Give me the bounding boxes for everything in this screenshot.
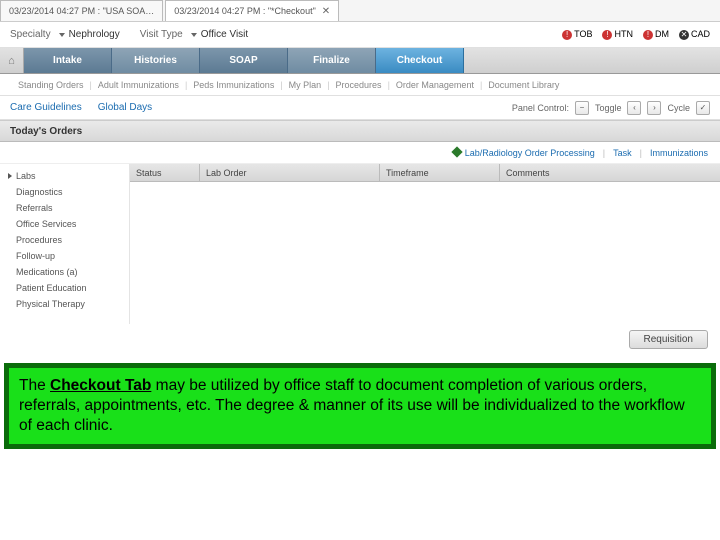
alert-icon: ! <box>643 30 653 40</box>
chevron-down-icon <box>191 33 197 37</box>
col-timeframe[interactable]: Timeframe <box>380 164 500 181</box>
lab-radiology-link[interactable]: Lab/Radiology Order Processing <box>453 148 595 158</box>
subnav-item[interactable]: My Plan <box>289 80 322 90</box>
action-row: Lab/Radiology Order Processing | Task | … <box>0 142 720 164</box>
order-category[interactable]: Labs <box>6 168 123 184</box>
orders-body <box>130 182 720 324</box>
immunizations-link[interactable]: Immunizations <box>650 148 708 158</box>
tab-finalize[interactable]: Finalize <box>288 48 376 73</box>
global-days-link[interactable]: Global Days <box>98 102 152 113</box>
chevron-down-icon <box>59 33 65 37</box>
specialty-value: Nephrology <box>69 29 120 40</box>
collapse-icon[interactable]: − <box>575 101 589 115</box>
confirm-icon[interactable]: ✓ <box>696 101 710 115</box>
context-row: Specialty Nephrology Visit Type Office V… <box>0 22 720 48</box>
tab-histories[interactable]: Histories <box>112 48 200 73</box>
document-tab-strip: 03/23/2014 04:27 PM : "USA SOA… 03/23/20… <box>0 0 720 22</box>
alert-htn[interactable]: !HTN <box>602 29 633 40</box>
alert-tob[interactable]: !TOB <box>562 29 592 40</box>
order-category[interactable]: Diagnostics <box>6 184 123 200</box>
orders-content: Labs Diagnostics Referrals Office Servic… <box>0 164 720 324</box>
tab-checkout[interactable]: Checkout <box>376 48 464 73</box>
subnav-item[interactable]: Order Management <box>396 80 474 90</box>
document-tab-active[interactable]: 03/23/2014 04:27 PM : "*Checkout" ✕ <box>165 0 339 21</box>
document-tab-label: 03/23/2014 04:27 PM : "*Checkout" <box>174 6 315 16</box>
specialty-label: Specialty <box>10 29 51 40</box>
order-category[interactable]: Follow-up <box>6 248 123 264</box>
alert-dm[interactable]: !DM <box>643 29 669 40</box>
col-lab-order[interactable]: Lab Order <box>200 164 380 181</box>
secondary-nav: Care Guidelines Global Days Panel Contro… <box>0 96 720 120</box>
subnav-item[interactable]: Procedures <box>336 80 382 90</box>
care-guidelines-link[interactable]: Care Guidelines <box>10 102 82 113</box>
home-icon[interactable]: ⌂ <box>0 48 24 73</box>
patient-alerts: !TOB !HTN !DM ✕CAD <box>562 29 710 40</box>
visit-type-field[interactable]: Visit Type Office Visit <box>140 29 248 40</box>
tab-intake[interactable]: Intake <box>24 48 112 73</box>
main-tab-bar: ⌂ Intake Histories SOAP Finalize Checkou… <box>0 48 720 74</box>
alert-icon: ✕ <box>679 30 689 40</box>
alert-icon: ! <box>602 30 612 40</box>
tab-filler <box>464 48 720 73</box>
order-category[interactable]: Patient Education <box>6 280 123 296</box>
triangle-icon <box>8 173 12 179</box>
footer-row: Requisition <box>0 324 720 355</box>
specialty-field[interactable]: Specialty Nephrology <box>10 29 120 40</box>
task-link[interactable]: Task <box>613 148 632 158</box>
subnav: Standing Orders| Adult Immunizations| Pe… <box>0 74 720 96</box>
tab-soap[interactable]: SOAP <box>200 48 288 73</box>
diamond-icon <box>451 146 462 157</box>
order-category[interactable]: Referrals <box>6 200 123 216</box>
orders-panel: Status Lab Order Timeframe Comments <box>130 164 720 324</box>
panel-control: Panel Control: − Toggle ‹ › Cycle ✓ <box>512 101 710 115</box>
todays-orders-header: Today's Orders <box>0 120 720 142</box>
close-icon[interactable]: ✕ <box>322 6 330 17</box>
orders-column-headers: Status Lab Order Timeframe Comments <box>130 164 720 182</box>
panel-control-label: Panel Control: <box>512 103 569 113</box>
visit-type-label: Visit Type <box>140 29 183 40</box>
toggle-label: Toggle <box>595 103 622 113</box>
next-icon[interactable]: › <box>647 101 661 115</box>
instruction-highlight: Checkout Tab <box>50 377 151 394</box>
subnav-item[interactable]: Document Library <box>488 80 559 90</box>
col-comments[interactable]: Comments <box>500 164 720 181</box>
document-tab-label: 03/23/2014 04:27 PM : "USA SOA… <box>9 6 154 16</box>
subnav-item[interactable]: Adult Immunizations <box>98 80 179 90</box>
cycle-label: Cycle <box>667 103 690 113</box>
col-status[interactable]: Status <box>130 164 200 181</box>
order-category[interactable]: Physical Therapy <box>6 296 123 312</box>
document-tab[interactable]: 03/23/2014 04:27 PM : "USA SOA… <box>0 0 163 21</box>
alert-icon: ! <box>562 30 572 40</box>
order-category[interactable]: Medications (a) <box>6 264 123 280</box>
order-category[interactable]: Procedures <box>6 232 123 248</box>
prev-icon[interactable]: ‹ <box>627 101 641 115</box>
instruction-callout: The Checkout Tab may be utilized by offi… <box>4 363 716 449</box>
requisition-button[interactable]: Requisition <box>629 330 708 349</box>
order-category-list: Labs Diagnostics Referrals Office Servic… <box>0 164 130 324</box>
subnav-item[interactable]: Peds Immunizations <box>193 80 274 90</box>
alert-cad[interactable]: ✕CAD <box>679 29 710 40</box>
visit-type-value: Office Visit <box>201 29 248 40</box>
order-category[interactable]: Office Services <box>6 216 123 232</box>
subnav-item[interactable]: Standing Orders <box>18 80 84 90</box>
